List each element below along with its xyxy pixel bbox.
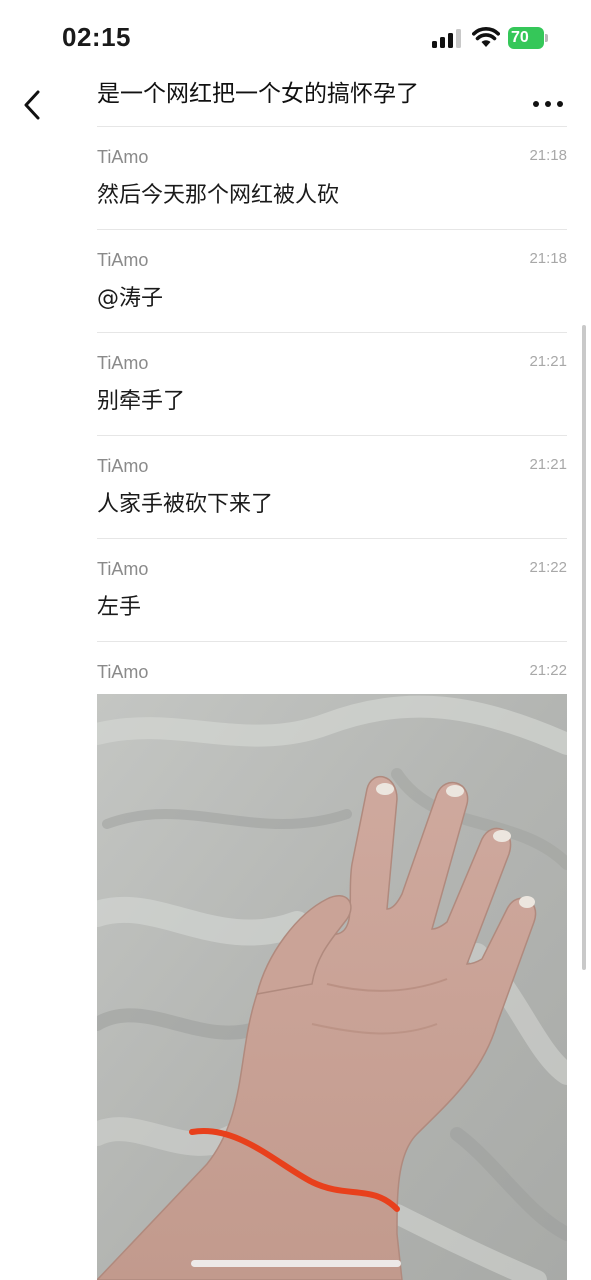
message-item[interactable]: TiAmo 21:22 左手 [97,539,567,642]
chevron-left-icon[interactable] [18,84,50,124]
message-sender: TiAmo [97,353,149,373]
message-sender: TiAmo [97,147,149,167]
message-text: 左手 [97,595,142,620]
message-sender: TiAmo [97,456,149,476]
message-time: 21:22 [529,559,567,576]
message-item[interactable]: TiAmo 21:21 人家手被砍下来了 [97,436,567,539]
battery-icon: 70 [508,27,544,49]
home-indicator[interactable] [191,1260,401,1267]
message-photo[interactable] [97,694,567,1280]
message-item[interactable]: TiAmo 21:18 然后今天那个网红被人砍 [97,127,567,230]
status-time: 02:15 [62,22,131,52]
chat-header: 是一个网红把一个女的搞怀孕了 [0,70,591,126]
message-item[interactable]: TiAmo 21:22 [97,642,567,694]
message-text: @涛子 [97,286,164,311]
status-bar: 02:15 70 [0,0,591,78]
message-text: 然后今天那个网红被人砍 [97,183,340,208]
message-item[interactable]: TiAmo 21:18 @涛子 [97,230,567,333]
chat-screen: 02:15 70 是一个网红把一个女的搞怀孕了 TiAmo 21:18 然后今天… [0,0,591,1280]
message-time: 21:21 [529,456,567,473]
message-text: 别牵手了 [97,389,186,414]
battery-cap [545,34,548,42]
battery-level: 70 [511,29,529,46]
message-text: 人家手被砍下来了 [97,492,274,517]
wifi-icon [472,27,500,47]
message-time: 21:21 [529,353,567,370]
message-sender: TiAmo [97,662,149,682]
message-sender: TiAmo [97,559,149,579]
more-dots-icon[interactable] [530,92,566,116]
scrollbar[interactable] [582,325,586,970]
message-sender: TiAmo [97,250,149,270]
message-preview-text: 是一个网红把一个女的搞怀孕了 [97,81,419,107]
message-time: 21:22 [529,662,567,679]
message-item[interactable]: TiAmo 21:21 别牵手了 [97,333,567,436]
message-time: 21:18 [529,147,567,164]
message-time: 21:18 [529,250,567,267]
signal-icon [432,29,461,48]
